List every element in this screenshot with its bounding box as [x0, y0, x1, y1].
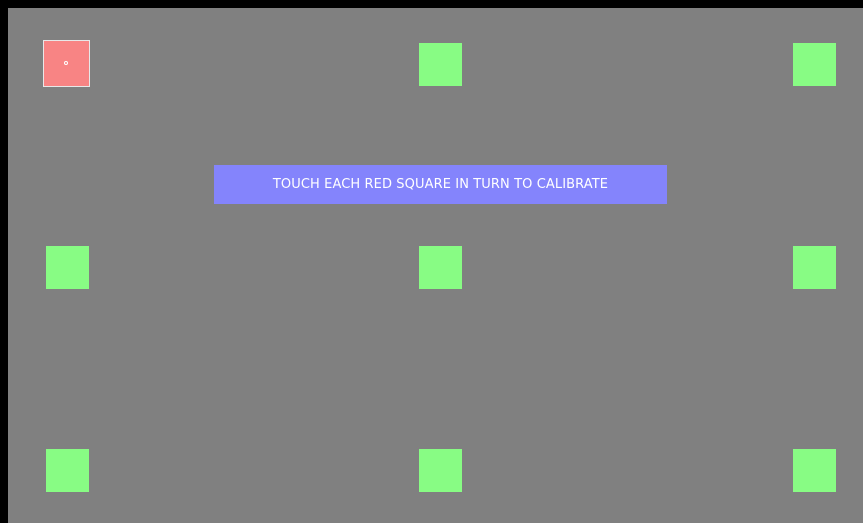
crosshair-dot-icon — [64, 61, 68, 65]
calibration-target-middle-right[interactable] — [793, 246, 836, 289]
calibration-target-top-right[interactable] — [793, 43, 836, 86]
instruction-text: TOUCH EACH RED SQUARE IN TURN TO CALIBRA… — [272, 177, 609, 192]
calibration-target-top-left[interactable] — [43, 40, 90, 87]
calibration-target-bottom-center[interactable] — [419, 449, 462, 492]
calibration-canvas[interactable]: TOUCH EACH RED SQUARE IN TURN TO CALIBRA… — [8, 8, 863, 523]
calibration-target-middle-center[interactable] — [419, 246, 462, 289]
calibration-target-top-center[interactable] — [419, 43, 462, 86]
calibration-target-bottom-right[interactable] — [793, 449, 836, 492]
calibration-target-bottom-left[interactable] — [46, 449, 89, 492]
calibration-screen: TOUCH EACH RED SQUARE IN TURN TO CALIBRA… — [0, 0, 863, 523]
calibration-target-middle-left[interactable] — [46, 246, 89, 289]
calibration-instruction-banner: TOUCH EACH RED SQUARE IN TURN TO CALIBRA… — [214, 165, 667, 204]
